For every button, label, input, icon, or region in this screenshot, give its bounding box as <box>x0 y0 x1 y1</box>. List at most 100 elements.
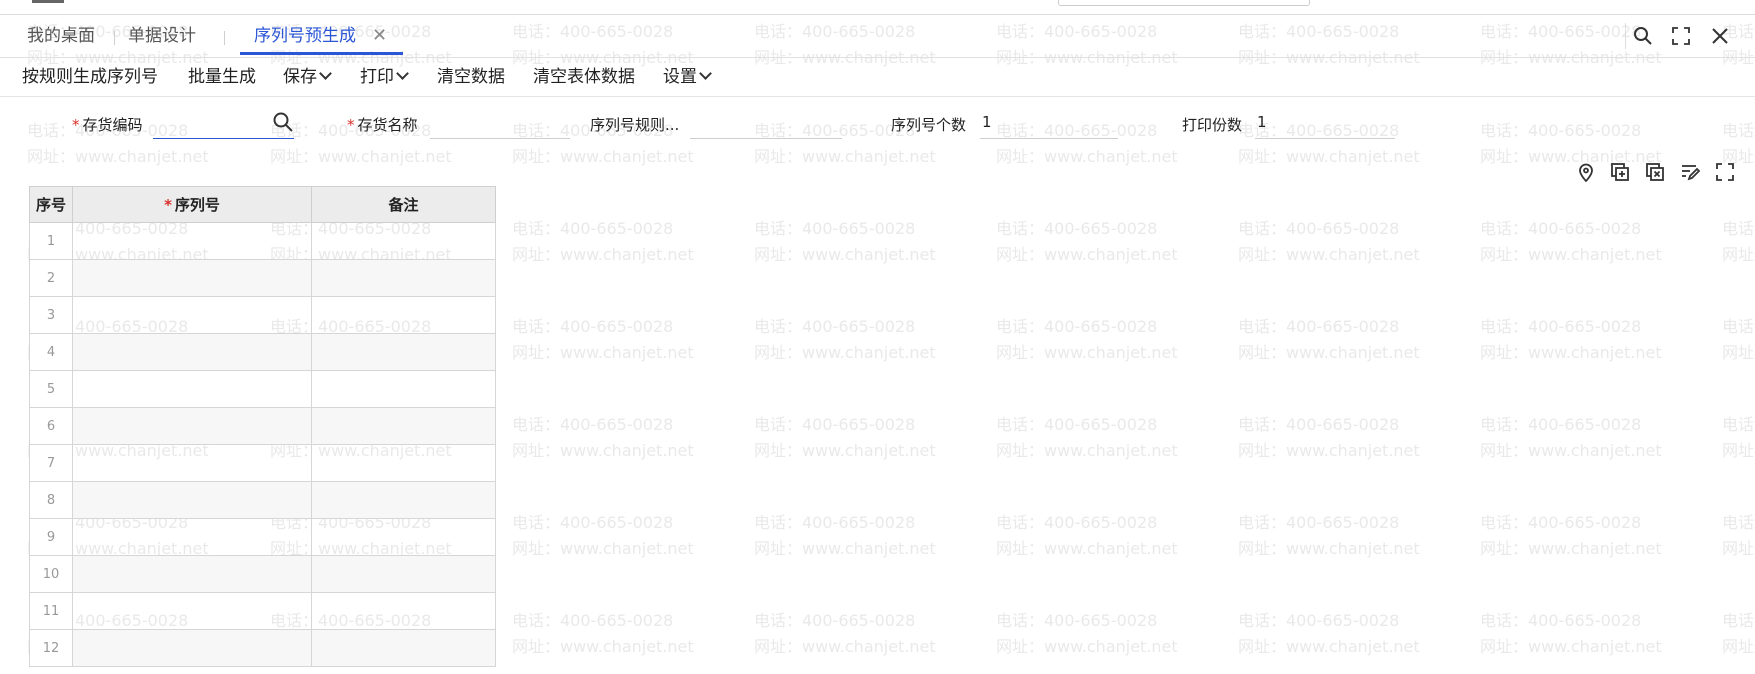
table-row[interactable]: 8 <box>29 481 496 519</box>
watermark-phone: 电话：400-665-0028 <box>754 415 916 434</box>
save-button[interactable]: 保存 <box>283 58 332 96</box>
table-row[interactable]: 6 <box>29 407 496 445</box>
remark-cell[interactable] <box>311 518 496 556</box>
tab-serial-pregenerate[interactable]: 序列号预生成 <box>254 15 356 57</box>
serial-no-cell[interactable] <box>72 407 312 445</box>
watermark-site: 网址：www.chanjet.net <box>1722 343 1755 362</box>
batch-generate-button[interactable]: 批量生成 <box>188 58 256 96</box>
row-index: 6 <box>29 407 73 445</box>
fullscreen-icon[interactable] <box>1668 23 1694 49</box>
watermark-phone: 电话：400-665-0028 <box>1480 513 1642 532</box>
generate-by-rule-button[interactable]: 按规则生成序列号 <box>22 58 158 96</box>
watermark-site: 网址：www.chanjet.net <box>1480 539 1662 558</box>
toolbar: 按规则生成序列号 批量生成 保存 打印 清空数据 清空表体数据 设置 <box>0 58 1755 97</box>
clear-data-button[interactable]: 清空数据 <box>437 58 505 96</box>
chevron-down-icon <box>319 67 332 80</box>
watermark-site: 网址：www.chanjet.net <box>1480 343 1662 362</box>
print-copies-value[interactable]: 1 <box>1257 113 1267 131</box>
serial-no-cell[interactable] <box>72 333 312 371</box>
remark-cell[interactable] <box>311 333 496 371</box>
tab-bar: 我的桌面 单据设计 序列号预生成 ✕ <box>0 15 1755 58</box>
serial-no-cell[interactable] <box>72 370 312 408</box>
serial-no-cell[interactable] <box>72 629 312 667</box>
location-pin-icon[interactable] <box>1574 160 1598 184</box>
serial-count-value[interactable]: 1 <box>982 113 992 131</box>
serial-no-cell[interactable] <box>72 481 312 519</box>
column-header-serial-no[interactable]: * 序列号 <box>72 186 312 223</box>
watermark-site: 网址：www.chanjet.net <box>996 539 1178 558</box>
remark-cell[interactable] <box>311 370 496 408</box>
watermark-site: 网址：www.chanjet.net <box>754 441 936 460</box>
serial-count-label: 序列号个数 <box>891 116 967 134</box>
remark-cell[interactable] <box>311 555 496 593</box>
table-row[interactable]: 12 <box>29 629 496 667</box>
serial-no-cell[interactable] <box>72 259 312 297</box>
watermark-phone: 电话：400-665-0028 <box>1238 415 1400 434</box>
table-row[interactable]: 2 <box>29 259 496 297</box>
global-search-box[interactable] <box>1058 0 1310 6</box>
remark-cell[interactable] <box>311 481 496 519</box>
tab-document-design[interactable]: 单据设计 <box>128 15 196 57</box>
remark-cell[interactable] <box>311 444 496 482</box>
grid-header-row: 序号 * 序列号 备注 <box>29 186 496 223</box>
watermark-phone: 电话：400-665-0028 <box>512 611 674 630</box>
remark-cell[interactable] <box>311 259 496 297</box>
watermark-phone: 电话：400-665-0028 <box>512 415 674 434</box>
watermark-site: 网址：www.chanjet.net <box>1480 637 1662 656</box>
active-tab-indicator <box>240 52 403 55</box>
clear-body-data-button[interactable]: 清空表体数据 <box>533 58 635 96</box>
watermark-phone: 电话：400-665-0028 <box>996 317 1158 336</box>
search-icon[interactable] <box>272 111 294 137</box>
table-row[interactable]: 4 <box>29 333 496 371</box>
generate-by-rule-label: 按规则生成序列号 <box>22 67 158 87</box>
watermark-site: 网址：www.chanjet.net <box>1480 147 1662 166</box>
remark-cell[interactable] <box>311 407 496 445</box>
serial-no-cell[interactable] <box>72 592 312 630</box>
print-copies-input[interactable] <box>1255 138 1395 139</box>
table-row[interactable]: 3 <box>29 296 496 334</box>
watermark-site: 网址：www.chanjet.net <box>996 343 1178 362</box>
table-row[interactable]: 1 <box>29 222 496 260</box>
serial-rule-input[interactable] <box>690 138 842 139</box>
table-row[interactable]: 7 <box>29 444 496 482</box>
row-index: 2 <box>29 259 73 297</box>
remark-cell[interactable] <box>311 629 496 667</box>
close-window-icon[interactable] <box>1707 23 1733 49</box>
serial-no-cell[interactable] <box>72 296 312 334</box>
tab-separator <box>114 31 115 45</box>
row-index: 3 <box>29 296 73 334</box>
watermark-phone: 电话：400-665-0028 <box>996 513 1158 532</box>
serial-no-cell[interactable] <box>72 518 312 556</box>
inventory-code-input[interactable] <box>153 138 294 139</box>
tab-desktop[interactable]: 我的桌面 <box>27 15 95 57</box>
watermark-site: 网址：www.chanjet.net <box>1238 343 1420 362</box>
remark-cell[interactable] <box>311 222 496 260</box>
row-index: 12 <box>29 629 73 667</box>
search-icon[interactable] <box>1630 23 1656 49</box>
serial-no-cell[interactable] <box>72 222 312 260</box>
inventory-name-input[interactable] <box>430 138 570 139</box>
table-row[interactable]: 5 <box>29 370 496 408</box>
table-row[interactable]: 10 <box>29 555 496 593</box>
close-icon[interactable]: ✕ <box>372 15 387 57</box>
expand-grid-icon[interactable] <box>1713 160 1737 184</box>
watermark-phone: 电话：400-665-0028 <box>1238 513 1400 532</box>
serial-count-input[interactable] <box>980 138 1118 139</box>
chevron-down-icon <box>699 67 712 80</box>
add-row-icon[interactable] <box>1608 160 1632 184</box>
watermark-phone: 电话：400-665-0028 <box>754 317 916 336</box>
edit-columns-icon[interactable] <box>1678 160 1702 184</box>
delete-row-icon[interactable] <box>1643 160 1667 184</box>
settings-button[interactable]: 设置 <box>663 58 712 96</box>
watermark-phone: 电话：400-665-0028 <box>512 219 674 238</box>
hamburger-icon[interactable] <box>32 0 64 3</box>
remark-cell[interactable] <box>311 296 496 334</box>
serial-no-cell[interactable] <box>72 444 312 482</box>
print-button[interactable]: 打印 <box>360 58 409 96</box>
remark-cell[interactable] <box>311 592 496 630</box>
table-row[interactable]: 11 <box>29 592 496 630</box>
serial-no-cell[interactable] <box>72 555 312 593</box>
watermark-site: 网址：www.chanjet.net <box>27 147 209 166</box>
table-row[interactable]: 9 <box>29 518 496 556</box>
column-header-remark[interactable]: 备注 <box>311 186 496 223</box>
